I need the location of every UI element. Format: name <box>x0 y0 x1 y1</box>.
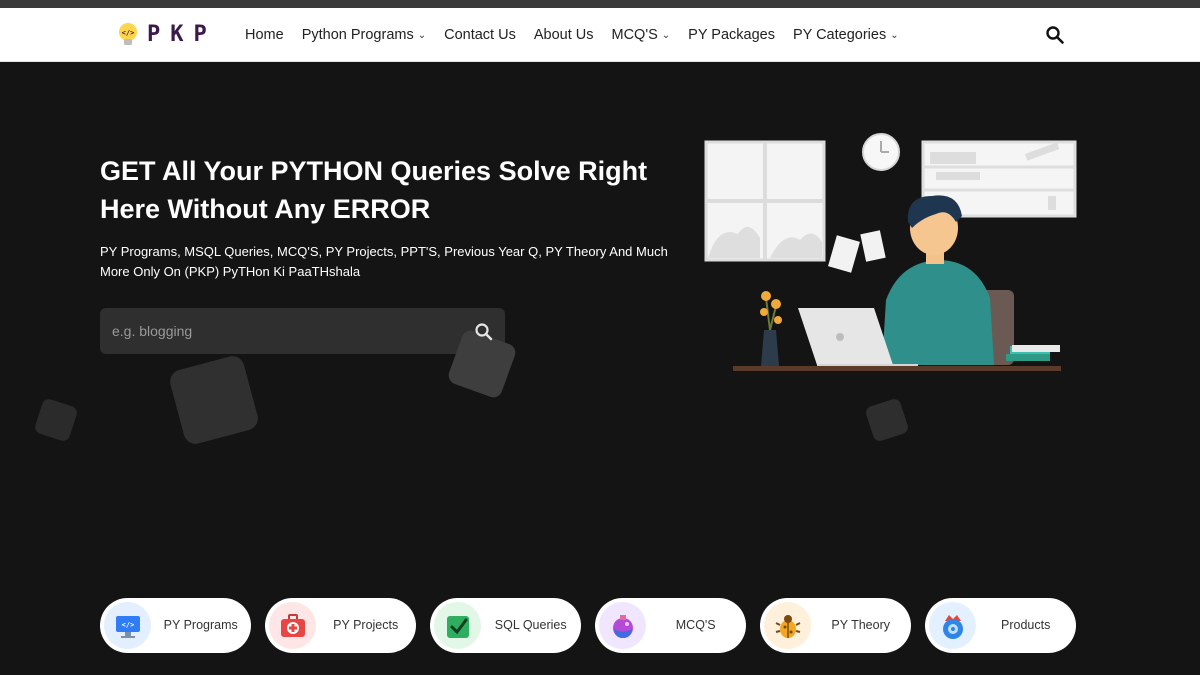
category-sql-queries[interactable]: SQL Queries <box>430 598 582 653</box>
category-products[interactable]: Products <box>925 598 1077 653</box>
chevron-down-icon: ⌄ <box>417 29 427 41</box>
category-label: Products <box>1001 618 1051 632</box>
medical-kit-icon <box>280 613 305 637</box>
category-label: PY Theory <box>831 618 890 632</box>
decor-shape <box>864 397 910 443</box>
search-icon[interactable] <box>1045 25 1065 45</box>
hero-title: GET All Your PYTHON Queries Solve Right … <box>100 156 648 224</box>
hero-illustration <box>704 133 1077 371</box>
nav-mcqs-label: MCQ'S <box>611 27 658 43</box>
magic-potion-icon <box>612 614 633 638</box>
category-label: MCQ'S <box>675 618 716 632</box>
nav-about-us-label: About Us <box>533 27 594 43</box>
nav-py-categories-label: PY Categories <box>792 27 887 43</box>
nav-home[interactable]: Home <box>245 27 284 43</box>
nav-py-packages-label: PY Packages <box>688 27 775 43</box>
category-icon-wrap <box>269 602 316 649</box>
bug-icon <box>775 614 800 638</box>
decor-shape <box>33 397 79 443</box>
nav-py-packages[interactable]: PY Packages <box>688 27 775 43</box>
category-py-projects[interactable]: PY Projects <box>265 598 417 653</box>
hero-subtitle: PY Programs, MSQL Queries, MCQ'S, PY Pro… <box>100 244 668 279</box>
nav-about-us[interactable]: About Us <box>534 27 594 43</box>
main-nav: Home Python Programs ⌄ Contact Us About U… <box>245 8 917 62</box>
category-label: SQL Queries <box>494 618 567 632</box>
nav-python-programs[interactable]: Python Programs ⌄ <box>302 27 426 43</box>
nav-mcqs[interactable]: MCQ'S ⌄ <box>612 27 671 43</box>
search-icon[interactable] <box>474 322 494 342</box>
category-icon-wrap <box>764 602 811 649</box>
nav-contact-us[interactable]: Contact Us <box>444 27 516 43</box>
logo-text: PKP <box>147 21 217 47</box>
monitor-code-icon: </> <box>115 615 140 638</box>
svg-text:</>: </> <box>121 621 134 629</box>
category-icon-wrap <box>929 602 976 649</box>
checkbox-icon <box>446 615 469 638</box>
svg-text:</>: </> <box>122 29 135 37</box>
nav-contact-us-label: Contact Us <box>444 27 516 43</box>
category-label: PY Projects <box>333 618 399 632</box>
hero-search-box <box>100 308 505 354</box>
hero-search-input[interactable] <box>112 308 452 354</box>
chevron-down-icon: ⌄ <box>661 29 671 41</box>
category-icon-wrap <box>434 602 481 649</box>
category-py-theory[interactable]: PY Theory <box>760 598 912 653</box>
category-py-programs[interactable]: </> PY Programs <box>100 598 252 653</box>
category-label: PY Programs <box>163 618 238 632</box>
nav-python-programs-label: Python Programs <box>301 27 414 43</box>
chevron-down-icon: ⌄ <box>890 29 899 41</box>
nav-home-label: Home <box>245 27 284 43</box>
disc-icon <box>942 614 963 639</box>
category-list: </> PY Programs PY Projects SQL Queries <box>100 598 1090 653</box>
nav-py-categories[interactable]: PY Categories ⌄ <box>793 27 899 43</box>
category-icon-wrap <box>599 602 646 649</box>
decor-shape <box>167 353 261 447</box>
lightbulb-code-icon: </> <box>119 23 137 45</box>
category-mcqs[interactable]: MCQ'S <box>595 598 747 653</box>
navbar: </> PKP Home Python Programs ⌄ Contact Us… <box>0 8 1200 62</box>
top-strip <box>0 0 1200 8</box>
logo[interactable]: </> PKP <box>115 19 217 49</box>
category-icon-wrap: </> <box>104 602 151 649</box>
